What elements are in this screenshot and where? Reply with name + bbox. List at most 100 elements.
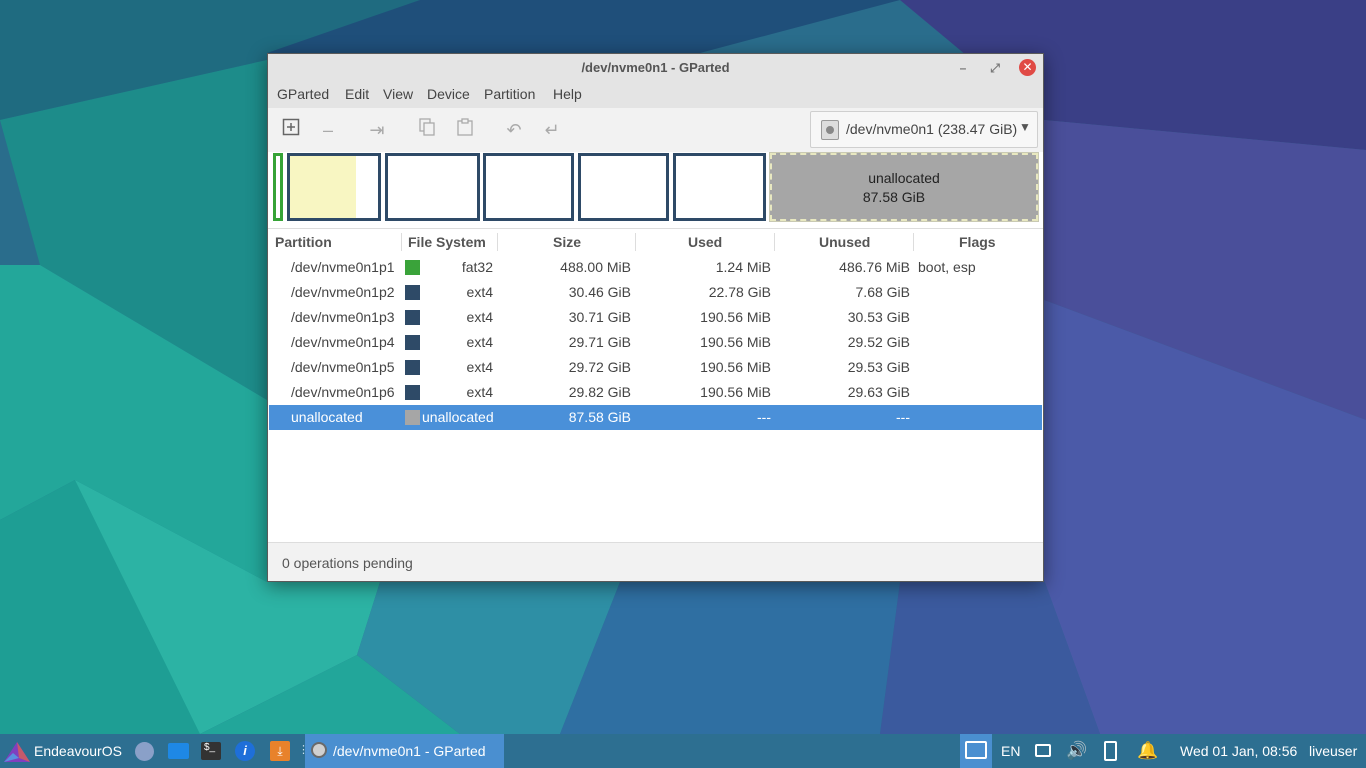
- clock[interactable]: Wed 01 Jan, 08:56: [1180, 734, 1297, 768]
- graph-partition-p6[interactable]: [673, 153, 766, 221]
- cell-filesystem: ext4: [466, 334, 493, 350]
- graph-partition-p3[interactable]: [385, 153, 480, 221]
- column-header-partition[interactable]: Partition: [275, 234, 332, 250]
- taskbar: EndeavourOS $_ i ⤓ ⋮ /dev/nvme0n1 - GPar…: [0, 734, 1366, 768]
- menu-device[interactable]: Device: [427, 86, 470, 102]
- table-row[interactable]: /dev/nvme0n1p4 ext4 29.71 GiB 190.56 MiB 29.…: [269, 330, 1042, 355]
- menu-edit[interactable]: Edit: [345, 86, 369, 102]
- gparted-window: /dev/nvme0n1 - GParted – ⤢ ✕ GParted Edi…: [267, 53, 1044, 582]
- table-row[interactable]: /dev/nvme0n1p5 ext4 29.72 GiB 190.56 MiB 29.…: [269, 355, 1042, 380]
- cell-unused: 29.52 GiB: [847, 334, 910, 350]
- info-icon[interactable]: i: [235, 741, 255, 761]
- table-row[interactable]: /dev/nvme0n1p2 ext4 30.46 GiB 22.78 GiB 7.68…: [269, 280, 1042, 305]
- cell-used: 22.78 GiB: [708, 284, 771, 300]
- graph-partition-p1[interactable]: [273, 153, 283, 221]
- cell-used: 190.56 MiB: [700, 334, 771, 350]
- delete-partition-icon[interactable]: –: [316, 118, 340, 142]
- taskbar-task-gparted[interactable]: /dev/nvme0n1 - GParted: [305, 734, 504, 768]
- installer-icon[interactable]: ⤓: [270, 741, 290, 761]
- username[interactable]: liveuser: [1309, 734, 1357, 768]
- cell-filesystem: ext4: [466, 309, 493, 325]
- close-icon[interactable]: ✕: [1019, 59, 1036, 76]
- cell-unused: ---: [896, 409, 910, 425]
- cell-filesystem: ext4: [466, 284, 493, 300]
- battery-icon[interactable]: [1104, 741, 1117, 761]
- copy-icon[interactable]: [415, 118, 439, 142]
- files-icon[interactable]: [168, 743, 189, 759]
- minimize-icon[interactable]: –: [955, 60, 971, 76]
- table-header: Partition File System Size Used Unused F…: [268, 229, 1043, 255]
- window-titlebar[interactable]: /dev/nvme0n1 - GParted – ⤢ ✕: [268, 54, 1043, 82]
- graph-partition-p2[interactable]: [287, 153, 381, 221]
- menu-partition[interactable]: Partition: [484, 86, 535, 102]
- toolbar: – ⇥ ↶ ↵ /dev/nvme0n1 (238.47 GiB) ▼: [268, 108, 1043, 152]
- app-menu-button[interactable]: EndeavourOS: [0, 734, 122, 768]
- menu-gparted[interactable]: GParted: [277, 86, 329, 102]
- partition-graph: unallocated 87.58 GiB: [268, 152, 1043, 227]
- cell-filesystem: ext4: [466, 384, 493, 400]
- browser-icon[interactable]: [135, 742, 154, 761]
- table-row[interactable]: /dev/nvme0n1p6 ext4 29.82 GiB 190.56 MiB 29.…: [269, 380, 1042, 405]
- column-header-unused[interactable]: Unused: [819, 234, 870, 250]
- cell-partition: /dev/nvme0n1p2: [291, 284, 395, 300]
- display-icon[interactable]: [1035, 744, 1051, 757]
- cell-partition: unallocated: [291, 409, 363, 425]
- cell-used: 190.56 MiB: [700, 384, 771, 400]
- volume-icon[interactable]: 🔊: [1066, 734, 1087, 768]
- notification-bell-icon[interactable]: 🔔: [1137, 734, 1158, 768]
- endeavouros-logo-icon: [4, 742, 30, 762]
- device-selector[interactable]: /dev/nvme0n1 (238.47 GiB) ▼: [810, 111, 1038, 148]
- graph-unallocated[interactable]: unallocated 87.58 GiB: [769, 152, 1039, 222]
- tray-network-button[interactable]: [960, 734, 992, 768]
- cell-filesystem: ext4: [466, 359, 493, 375]
- cell-size: 29.82 GiB: [568, 384, 631, 400]
- column-header-filesystem[interactable]: File System: [408, 234, 486, 250]
- table-row[interactable]: unallocated unallocated 87.58 GiB --- ---: [269, 405, 1042, 430]
- cell-partition: /dev/nvme0n1p3: [291, 309, 395, 325]
- cell-size: 29.71 GiB: [568, 334, 631, 350]
- gparted-app-icon: [311, 742, 327, 758]
- table-row[interactable]: /dev/nvme0n1p3 ext4 30.71 GiB 190.56 MiB 30.…: [269, 305, 1042, 330]
- column-header-flags[interactable]: Flags: [959, 234, 996, 250]
- filesystem-color-swatch: [405, 385, 420, 400]
- status-bar: 0 operations pending: [268, 542, 1043, 581]
- filesystem-color-swatch: [405, 410, 420, 425]
- cell-used: 190.56 MiB: [700, 309, 771, 325]
- cell-partition: /dev/nvme0n1p5: [291, 359, 395, 375]
- filesystem-color-swatch: [405, 310, 420, 325]
- graph-partition-p5[interactable]: [578, 153, 669, 221]
- app-menu-label: EndeavourOS: [34, 743, 122, 759]
- menu-help[interactable]: Help: [553, 86, 582, 102]
- table-row[interactable]: /dev/nvme0n1p1 fat32 488.00 MiB 1.24 MiB 486…: [269, 255, 1042, 280]
- keyboard-layout[interactable]: EN: [1001, 734, 1020, 768]
- cell-unused: 7.68 GiB: [855, 284, 910, 300]
- terminal-icon[interactable]: $_: [201, 742, 221, 760]
- partition-table: Partition File System Size Used Unused F…: [268, 228, 1043, 542]
- undo-icon[interactable]: ↶: [502, 118, 526, 142]
- graph-unallocated-size: 87.58 GiB: [862, 189, 926, 205]
- filesystem-color-swatch: [405, 360, 420, 375]
- status-text: 0 operations pending: [282, 555, 413, 571]
- device-selector-label: /dev/nvme0n1 (238.47 GiB): [846, 121, 1018, 137]
- cell-partition: /dev/nvme0n1p1: [291, 259, 395, 275]
- apply-icon[interactable]: ↵: [540, 118, 564, 142]
- cell-unused: 29.63 GiB: [847, 384, 910, 400]
- maximize-icon[interactable]: ⤢: [987, 60, 1003, 76]
- menu-view[interactable]: View: [383, 86, 413, 102]
- cell-filesystem: fat32: [461, 259, 493, 275]
- column-header-size[interactable]: Size: [553, 234, 581, 250]
- resize-move-icon[interactable]: ⇥: [365, 118, 389, 142]
- cell-unused: 29.53 GiB: [847, 359, 910, 375]
- paste-icon[interactable]: [453, 118, 477, 142]
- graph-unallocated-label: unallocated: [868, 170, 940, 186]
- new-partition-icon[interactable]: [279, 118, 303, 142]
- taskbar-task-label: /dev/nvme0n1 - GParted: [333, 743, 486, 759]
- cell-used: 190.56 MiB: [700, 359, 771, 375]
- cell-unused: 486.76 MiB: [839, 259, 910, 275]
- cell-partition: /dev/nvme0n1p4: [291, 334, 395, 350]
- graph-partition-p4[interactable]: [483, 153, 574, 221]
- filesystem-color-swatch: [405, 285, 420, 300]
- cell-used: ---: [757, 409, 771, 425]
- cell-size: 488.00 MiB: [560, 259, 631, 275]
- column-header-used[interactable]: Used: [688, 234, 722, 250]
